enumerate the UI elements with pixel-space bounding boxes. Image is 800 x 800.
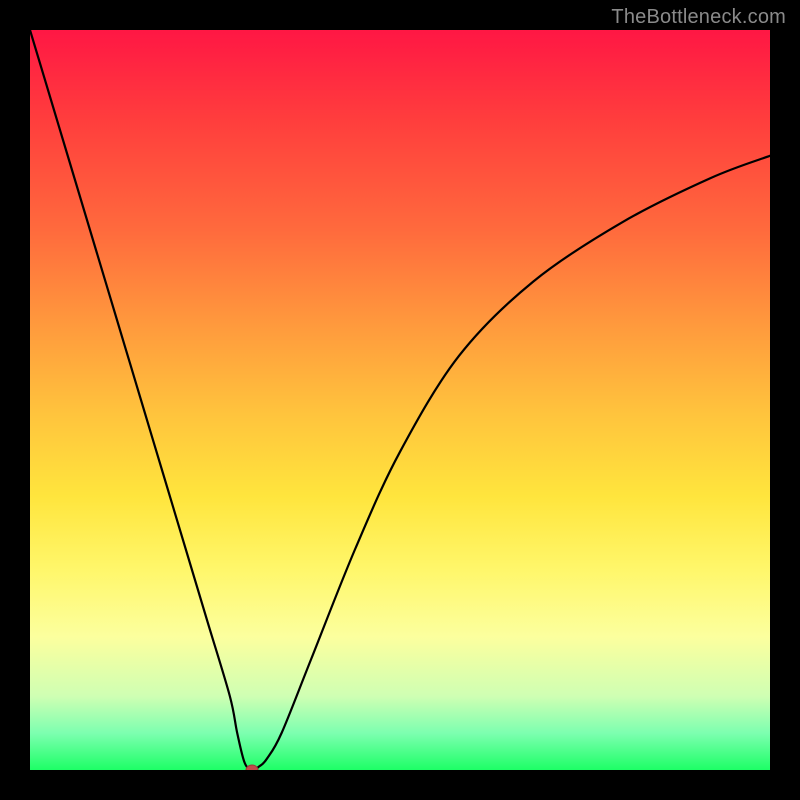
optimal-point-marker	[246, 765, 258, 770]
plot-area	[30, 30, 770, 770]
bottleneck-curve	[30, 30, 770, 770]
chart-frame: TheBottleneck.com	[0, 0, 800, 800]
watermark-text: TheBottleneck.com	[611, 6, 786, 29]
chart-svg	[30, 30, 770, 770]
